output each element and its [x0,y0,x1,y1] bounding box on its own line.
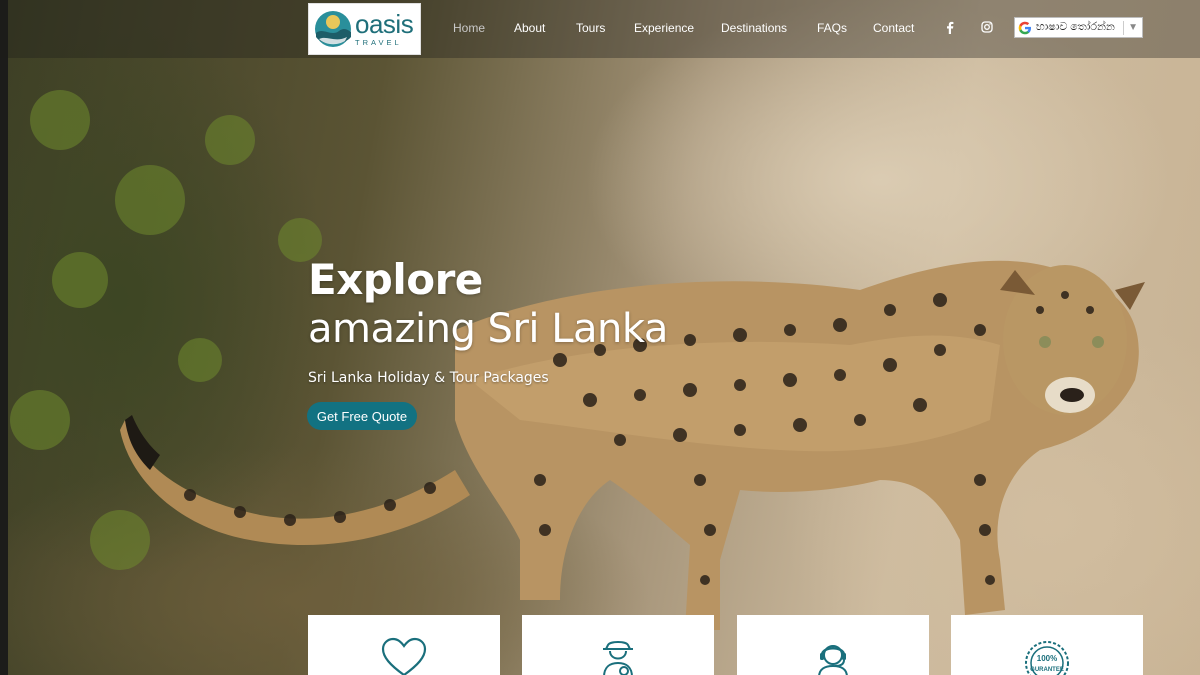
feature-card-support[interactable] [737,615,929,675]
nav-destinations[interactable]: Destinations [721,21,787,35]
logo-subtitle: TRAVEL [355,38,402,48]
google-icon [1018,21,1031,34]
nav-contact[interactable]: Contact [873,21,914,35]
guarantee-badge-icon: 100% GURANTEE [1025,641,1069,675]
get-free-quote-button[interactable]: Get Free Quote [307,402,417,430]
facebook-icon[interactable] [946,21,954,34]
nav-experience[interactable]: Experience [634,21,694,35]
hero-subtitle: amazing Sri Lanka [308,306,668,352]
language-select-label: භාෂාව තෝරන්න [1036,21,1115,33]
chevron-down-icon: ▼ [1123,20,1142,35]
support-agent-icon [818,645,848,675]
language-select[interactable]: භාෂාව තෝරන්න ▼ [1014,17,1143,38]
nav-about[interactable]: About [514,21,545,35]
nav-faqs[interactable]: FAQs [817,21,847,35]
feature-card-explorer[interactable] [522,615,714,675]
window-edge [0,0,8,675]
instagram-icon[interactable] [981,21,993,33]
logo-word: oasis [355,9,414,40]
nav-tours[interactable]: Tours [576,21,605,35]
feature-card-guarantee[interactable]: 100% GURANTEE [951,615,1143,675]
feature-card-heart[interactable] [308,615,500,675]
site-logo[interactable]: oasis TRAVEL [308,3,421,55]
guarantee-badge-sub: GURANTEE [1030,667,1064,673]
nav-home[interactable]: Home [453,21,485,35]
hero-title: Explore [308,255,483,304]
logo-mark-icon [315,11,351,47]
explorer-icon [603,641,633,675]
hero-tagline: Sri Lanka Holiday & Tour Packages [308,370,549,386]
heart-icon [381,637,427,675]
guarantee-badge-text: 100% [1037,654,1057,663]
